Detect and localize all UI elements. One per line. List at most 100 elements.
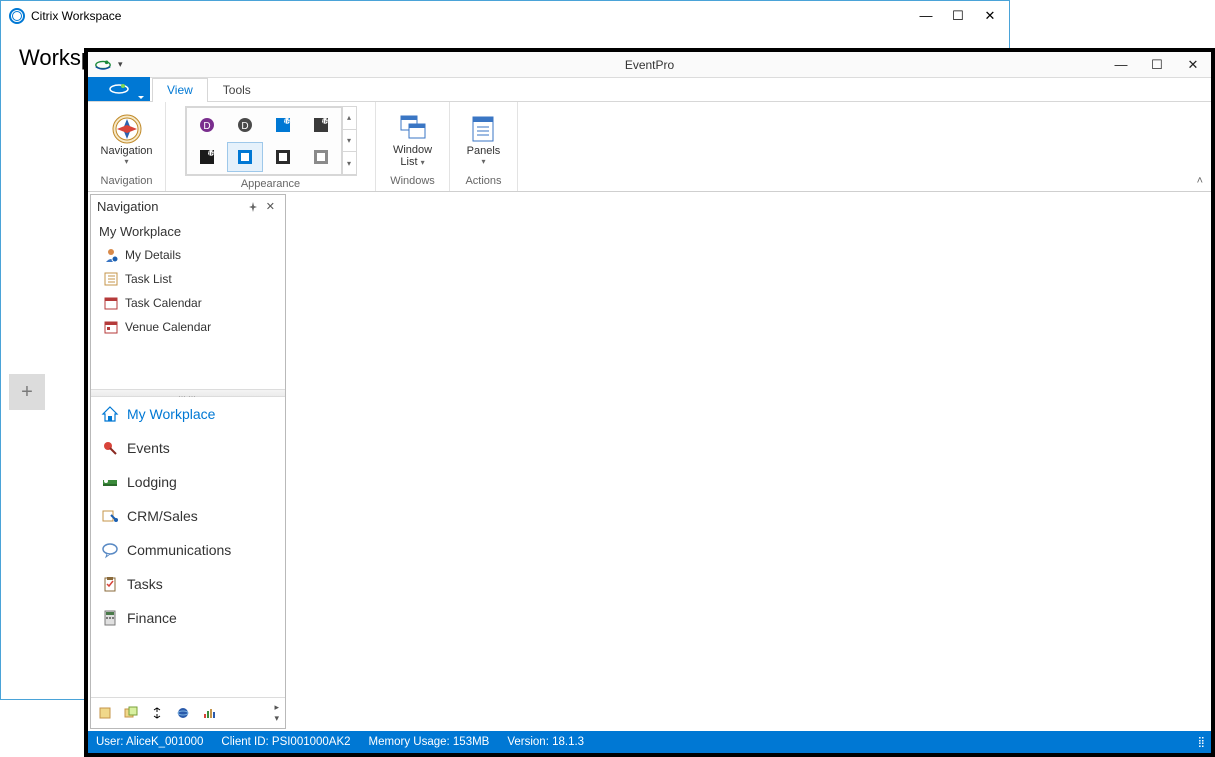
file-tab[interactable] xyxy=(88,77,150,101)
nav-item-label: Task List xyxy=(125,272,172,286)
theme-option-2[interactable]: D xyxy=(227,110,263,140)
calendar-icon xyxy=(103,295,119,311)
navigation-button-label: Navigation xyxy=(101,145,153,157)
module-label: Events xyxy=(127,440,170,456)
close-panel-icon[interactable]: ✕ xyxy=(262,200,279,213)
citrix-icon xyxy=(9,8,25,24)
module-label: Communications xyxy=(127,542,231,558)
status-client: Client ID: PSI001000AK2 xyxy=(221,736,350,748)
ribbon-collapse-button[interactable]: ˄ xyxy=(1197,175,1203,187)
calculator-icon xyxy=(101,609,119,627)
module-events[interactable]: Events xyxy=(91,431,285,465)
eventpro-titlebar: ▾ EventPro — ☐ ✕ xyxy=(88,52,1211,78)
module-my-workplace[interactable]: My Workplace xyxy=(91,397,285,431)
window-list-button[interactable]: Window List ▾ xyxy=(387,110,438,170)
pin-icon[interactable] xyxy=(244,202,262,212)
navigation-button[interactable]: Navigation ▾ xyxy=(95,111,159,168)
nav-item-my-details[interactable]: My Details xyxy=(91,243,285,267)
chevron-down-icon: ▾ xyxy=(421,158,425,167)
nav-section-title: My Workplace xyxy=(91,218,285,243)
nav-item-task-list[interactable]: Task List xyxy=(91,267,285,291)
nav-item-label: Task Calendar xyxy=(125,296,202,310)
theme-option-1[interactable]: D xyxy=(189,110,225,140)
svg-text:D: D xyxy=(241,121,248,132)
svg-text:16: 16 xyxy=(321,120,328,126)
group-actions-label: Actions xyxy=(465,173,501,189)
main-area: Navigation ✕ My Workplace My Details Tas… xyxy=(88,192,1211,731)
footer-icon-2[interactable] xyxy=(123,705,139,721)
theme-option-3[interactable]: 16 xyxy=(265,110,301,140)
handshake-icon xyxy=(101,507,119,525)
ribbon: Navigation ▾ Navigation D D 16 16 16 xyxy=(88,102,1211,192)
nav-item-task-calendar[interactable]: Task Calendar xyxy=(91,291,285,315)
qat-dropdown-icon[interactable]: ▾ xyxy=(118,59,123,70)
citrix-add-tile-button[interactable]: + xyxy=(9,374,45,410)
module-label: Finance xyxy=(127,610,177,626)
module-label: Tasks xyxy=(127,576,163,592)
nav-item-venue-calendar[interactable]: Venue Calendar xyxy=(91,315,285,339)
ribbon-tabs: View Tools xyxy=(88,78,1211,102)
footer-icon-sync[interactable] xyxy=(149,705,165,721)
theme-option-8[interactable] xyxy=(303,142,339,172)
module-crm-sales[interactable]: CRM/Sales xyxy=(91,499,285,533)
gallery-scroll-up[interactable]: ▴ xyxy=(343,107,356,130)
theme-option-4[interactable]: 16 xyxy=(303,110,339,140)
status-version: Version: 18.1.3 xyxy=(507,736,584,748)
calendar-icon xyxy=(103,319,119,335)
theme-option-5[interactable]: 16 xyxy=(189,142,225,172)
close-button[interactable]: ✕ xyxy=(1175,57,1211,73)
module-finance[interactable]: Finance xyxy=(91,601,285,635)
pushpin-icon xyxy=(101,439,119,457)
eventpro-logo-icon xyxy=(94,58,112,72)
theme-gallery[interactable]: D D 16 16 16 ▴ ▾ ▾ xyxy=(185,106,357,176)
eventpro-window: ▾ EventPro — ☐ ✕ View Tools Navigation ▾ xyxy=(84,48,1215,757)
module-label: Lodging xyxy=(127,474,177,490)
module-communications[interactable]: Communications xyxy=(91,533,285,567)
status-memory: Memory Usage: 153MB xyxy=(369,736,490,748)
nav-item-label: Venue Calendar xyxy=(125,320,211,334)
chevron-down-icon: ▾ xyxy=(125,157,129,166)
footer-icon-1[interactable] xyxy=(97,705,113,721)
svg-text:16: 16 xyxy=(207,152,214,158)
footer-icon-chart[interactable] xyxy=(201,705,217,721)
minimize-button[interactable]: — xyxy=(1103,57,1139,73)
tab-tools[interactable]: Tools xyxy=(208,78,266,102)
module-lodging[interactable]: Lodging xyxy=(91,465,285,499)
footer-more-button[interactable]: ▸▾ xyxy=(274,702,279,724)
svg-text:16: 16 xyxy=(283,120,290,126)
citrix-maximize-button[interactable]: ☐ xyxy=(951,8,965,24)
navigation-panel: Navigation ✕ My Workplace My Details Tas… xyxy=(90,194,286,729)
bed-icon xyxy=(101,473,119,491)
nav-panel-title: Navigation xyxy=(97,199,158,214)
group-windows-label: Windows xyxy=(390,173,435,189)
content-canvas xyxy=(286,192,1211,731)
app-title: EventPro xyxy=(625,58,674,72)
citrix-titlebar: Citrix Workspace — ☐ ✕ xyxy=(1,1,1009,31)
citrix-close-button[interactable]: ✕ xyxy=(983,8,997,24)
chevron-down-icon: ▾ xyxy=(481,157,485,166)
citrix-minimize-button[interactable]: — xyxy=(919,8,933,24)
gallery-scroll-down[interactable]: ▾ xyxy=(343,130,356,153)
person-icon xyxy=(103,247,119,263)
module-label: My Workplace xyxy=(127,406,215,422)
footer-icon-globe[interactable] xyxy=(175,705,191,721)
resize-grip-icon[interactable]: ⣿ xyxy=(1198,737,1203,748)
svg-text:D: D xyxy=(203,121,210,132)
module-label: CRM/Sales xyxy=(127,508,198,524)
window-list-label-1: Window xyxy=(393,144,432,156)
nav-footer: ▸▾ xyxy=(91,697,285,728)
panels-button-label: Panels xyxy=(467,145,501,157)
status-user: User: AliceK_001000 xyxy=(96,736,203,748)
group-appearance-label: Appearance xyxy=(241,176,300,192)
file-tab-swoosh-icon xyxy=(108,83,130,95)
maximize-button[interactable]: ☐ xyxy=(1139,57,1175,73)
theme-option-6[interactable] xyxy=(227,142,263,172)
panels-button[interactable]: Panels ▾ xyxy=(461,111,507,168)
tab-view[interactable]: View xyxy=(152,78,208,102)
gallery-expand[interactable]: ▾ xyxy=(343,152,356,175)
module-tasks[interactable]: Tasks xyxy=(91,567,285,601)
clipboard-icon xyxy=(101,575,119,593)
theme-option-7[interactable] xyxy=(265,142,301,172)
nav-splitter[interactable]: …… xyxy=(91,389,285,397)
nav-item-label: My Details xyxy=(125,248,181,262)
